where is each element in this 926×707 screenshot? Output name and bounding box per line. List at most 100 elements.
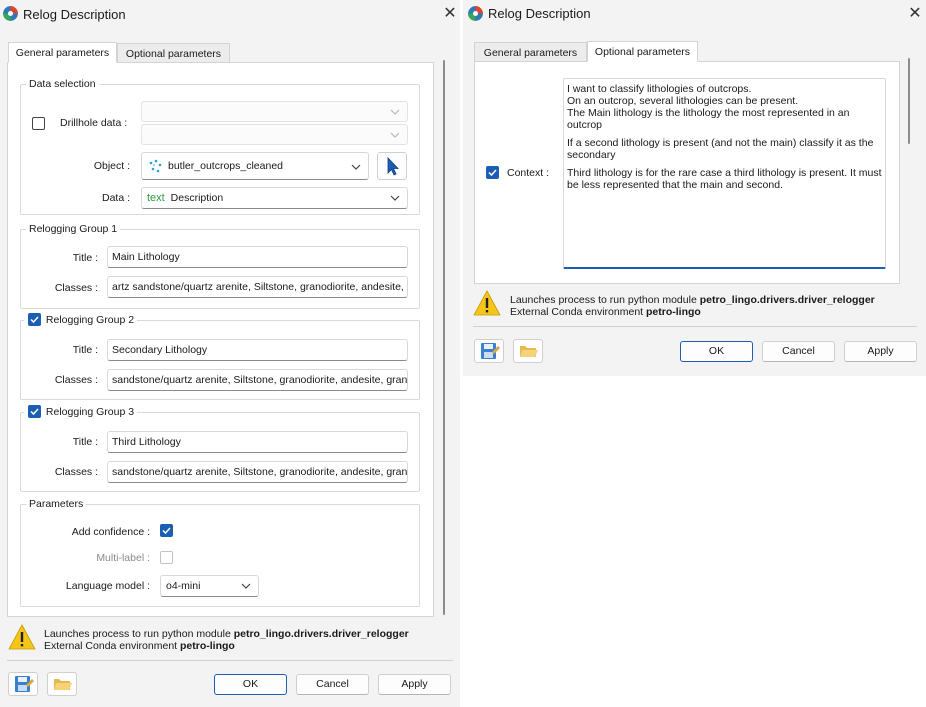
language-model-combo[interactable]: o4-mini: [160, 575, 259, 597]
panel-scrollbar[interactable]: [443, 60, 445, 615]
env-info-prefix: External Conda environment: [510, 306, 646, 318]
relogging-group-3-header: Relogging Group 3: [24, 405, 138, 418]
close-icon[interactable]: ✕: [905, 4, 925, 24]
data-selection-label: Data selection: [26, 78, 99, 90]
tab-optional-parameters[interactable]: Optional parameters: [117, 43, 230, 63]
context-line-2: On an outcrop, several lithologies can b…: [567, 95, 799, 107]
parameters-label: Parameters: [26, 498, 87, 510]
context-label: Context :: [507, 167, 550, 179]
launch-info: Launches process to run python module pe…: [44, 628, 454, 652]
open-folder-icon: [520, 346, 538, 357]
app-logo-icon: [468, 6, 483, 21]
language-model-value: o4-mini: [166, 580, 201, 592]
context-textarea[interactable]: I want to classify lithologies of outcro…: [563, 78, 886, 269]
chevron-down-icon: [390, 195, 400, 201]
launch-info-prefix: Launches process to run python module: [44, 628, 234, 640]
check-icon: [30, 316, 39, 324]
group-2-classes-label: Classes :: [54, 374, 98, 386]
data-value: Description: [170, 192, 224, 204]
context-line-1: I want to classify lithologies of outcro…: [567, 83, 752, 95]
context-line-3: The Main lithology is the lithology the …: [567, 107, 850, 131]
launch-info: Launches process to run python module pe…: [510, 294, 920, 318]
chevron-down-icon: [241, 583, 251, 589]
apply-button[interactable]: Apply: [378, 674, 451, 695]
group-3-classes-input[interactable]: sandstone/quartz arenite, Siltstone, gra…: [107, 461, 408, 483]
relogging-group-3-label: Relogging Group 3: [45, 405, 135, 418]
save-icon: [15, 676, 34, 692]
object-label: Object :: [93, 160, 130, 172]
env-name: petro-lingo: [180, 640, 235, 652]
tab-optional-parameters[interactable]: Optional parameters: [587, 41, 698, 62]
ok-button[interactable]: OK: [680, 341, 753, 362]
window-title: Relog Description: [23, 7, 126, 22]
close-icon[interactable]: ✕: [440, 4, 460, 24]
right-titlebar: Relog Description ✕: [463, 0, 926, 30]
app-logo-icon: [3, 6, 18, 21]
cancel-button[interactable]: Cancel: [296, 674, 369, 695]
group-1-classes-input[interactable]: artz sandstone/quartz arenite, Siltstone…: [107, 276, 408, 298]
text-type-tag: text: [147, 192, 165, 204]
right-dialog: Relog Description ✕ General parameters O…: [463, 0, 926, 376]
cancel-button[interactable]: Cancel: [762, 341, 835, 362]
module-name: petro_lingo.drivers.driver_relogger: [699, 294, 875, 306]
context-line-4: If a second lithology is present (and no…: [567, 137, 874, 161]
object-combo[interactable]: butler_outcrops_cleaned: [141, 152, 369, 180]
drillhole-checkbox[interactable]: [32, 117, 45, 130]
chevron-down-icon: [351, 164, 361, 170]
drillhole-combo-1[interactable]: [141, 101, 408, 122]
multi-label-checkbox[interactable]: [160, 551, 173, 564]
panel-scrollbar[interactable]: [908, 58, 910, 144]
context-checkbox[interactable]: [486, 166, 499, 179]
apply-button[interactable]: Apply: [844, 341, 917, 362]
point-cloud-icon: [148, 158, 164, 174]
check-icon: [30, 408, 39, 416]
language-model-label: Language model :: [65, 580, 150, 592]
data-label: Data :: [101, 192, 130, 204]
relogging-group-1-label: Relogging Group 1: [26, 223, 121, 235]
footer-divider: [7, 660, 453, 661]
group-3-classes-label: Classes :: [54, 466, 98, 478]
data-combo[interactable]: text Description: [141, 187, 408, 209]
add-confidence-checkbox[interactable]: [160, 524, 173, 537]
add-confidence-label: Add confidence :: [71, 526, 150, 538]
env-info-prefix: External Conda environment: [44, 640, 180, 652]
launch-info-prefix: Launches process to run python module: [510, 294, 700, 306]
drillhole-combo-2[interactable]: [141, 124, 408, 145]
pick-object-button[interactable]: [377, 152, 407, 180]
group-1-classes-label: Classes :: [54, 282, 98, 294]
tab-general-parameters[interactable]: General parameters: [474, 42, 587, 62]
group-3-title-input[interactable]: Third Lithology: [107, 431, 408, 453]
save-button[interactable]: [8, 672, 38, 696]
group-2-title-input[interactable]: Secondary Lithology: [107, 339, 408, 361]
group-2-classes-input[interactable]: sandstone/quartz arenite, Siltstone, gra…: [107, 369, 408, 391]
open-folder-icon: [54, 679, 72, 690]
chevron-down-icon: [390, 132, 400, 138]
footer-divider: [473, 326, 917, 327]
group-1-title-label: Title :: [72, 252, 98, 264]
save-button[interactable]: [474, 339, 504, 363]
warning-icon: [473, 290, 501, 316]
object-value: butler_outcrops_cleaned: [168, 160, 283, 172]
relogging-group-3-checkbox[interactable]: [28, 405, 41, 418]
window-title: Relog Description: [488, 6, 591, 21]
left-dialog: Relog Description ✕ General parameters O…: [0, 0, 460, 707]
open-button[interactable]: [47, 672, 77, 696]
warning-icon: [8, 624, 36, 650]
ok-button[interactable]: OK: [214, 674, 287, 695]
group-1-title-input[interactable]: Main Lithology: [107, 246, 408, 268]
context-line-5: Third lithology is for the rare case a t…: [567, 167, 882, 191]
check-icon: [162, 527, 171, 535]
group-3-title-label: Title :: [72, 436, 98, 448]
relogging-group-2-label: Relogging Group 2: [45, 313, 135, 326]
module-name: petro_lingo.drivers.driver_relogger: [233, 628, 409, 640]
multi-label-label: Multi-label :: [96, 552, 150, 564]
relogging-group-2-header: Relogging Group 2: [24, 313, 138, 326]
left-titlebar: Relog Description ✕: [0, 0, 460, 30]
group-2-title-label: Title :: [72, 344, 98, 356]
tab-general-parameters[interactable]: General parameters: [8, 42, 117, 63]
drillhole-label: Drillhole data :: [60, 117, 128, 129]
relogging-group-2-checkbox[interactable]: [28, 313, 41, 326]
chevron-down-icon: [390, 109, 400, 115]
env-name: petro-lingo: [646, 306, 701, 318]
open-button[interactable]: [513, 339, 543, 363]
